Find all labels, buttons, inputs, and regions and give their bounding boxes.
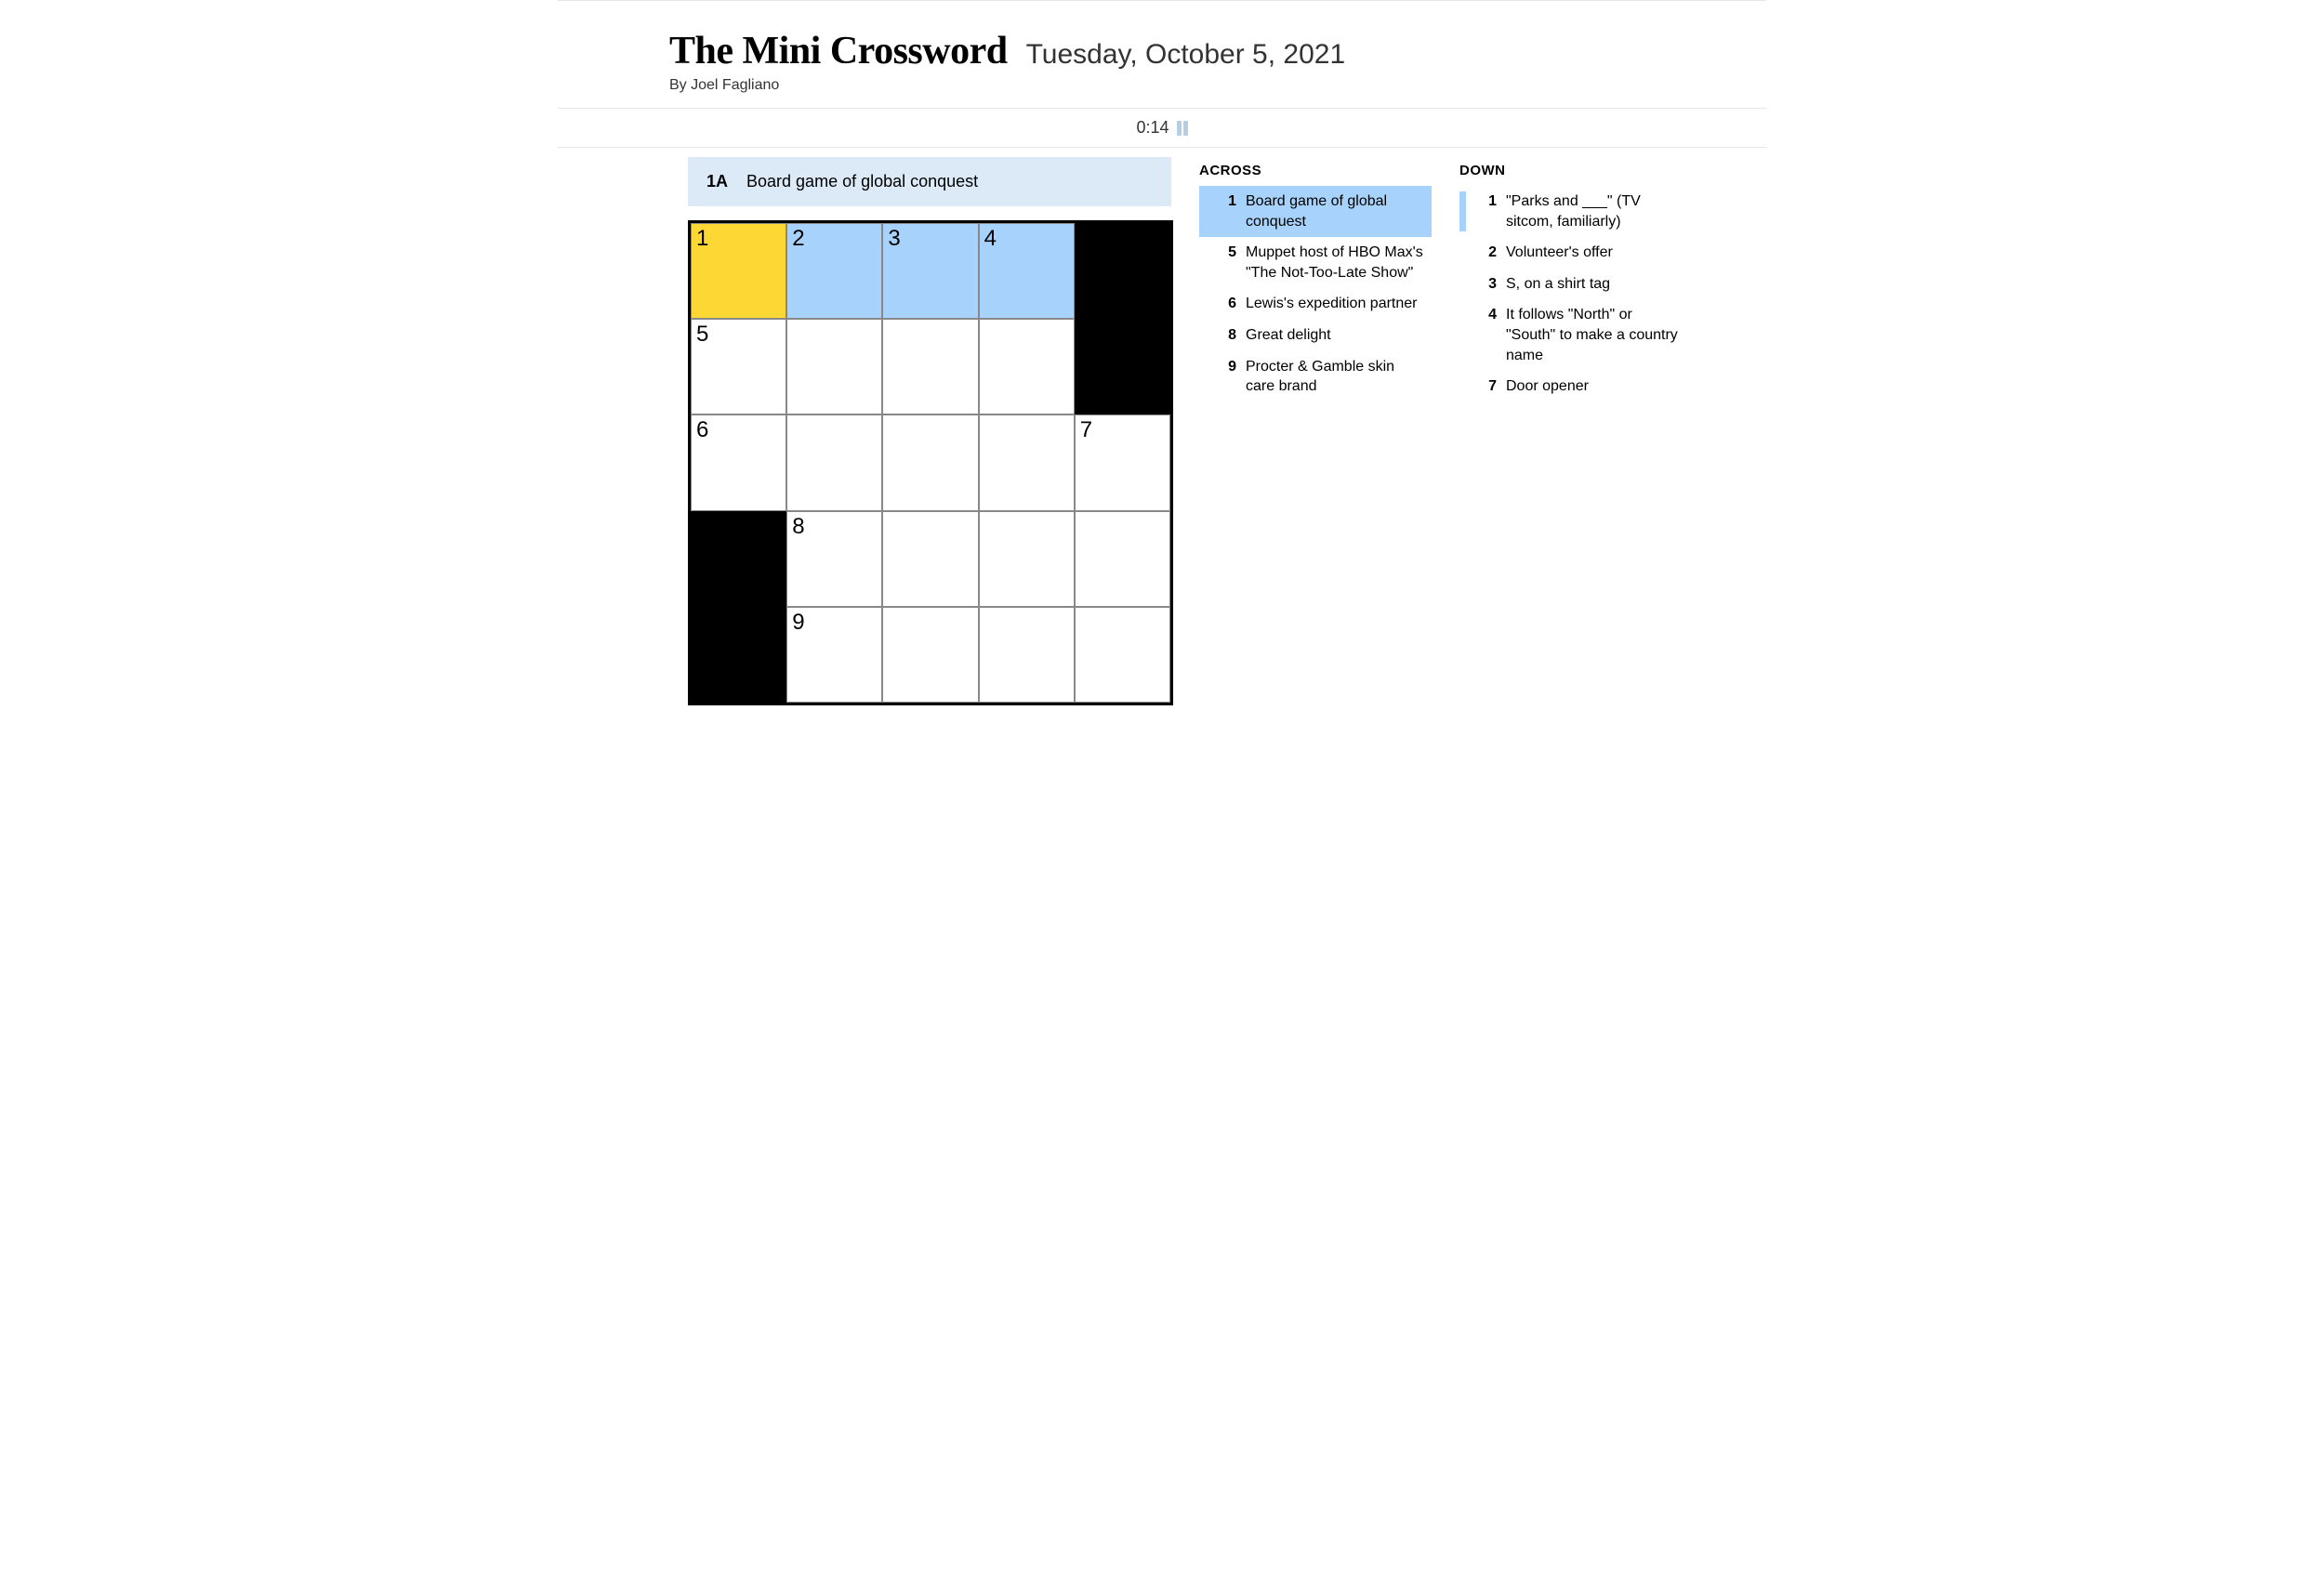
across-clue-9[interactable]: 9Procter & Gamble skin care brand bbox=[1199, 351, 1432, 402]
grid-cell[interactable]: 5 bbox=[691, 319, 786, 414]
clue-text: Muppet host of HBO Max's "The Not-Too-La… bbox=[1246, 243, 1424, 283]
clue-text: Lewis's expedition partner bbox=[1246, 294, 1424, 314]
puzzle-byline: By Joel Fagliano bbox=[669, 77, 1766, 94]
down-clue-4[interactable]: 4It follows "North" or "South" to make a… bbox=[1459, 299, 1692, 371]
grid-cell[interactable] bbox=[1075, 607, 1170, 703]
grid-cell[interactable] bbox=[882, 414, 978, 510]
cell-number: 2 bbox=[792, 226, 804, 252]
across-clue-6[interactable]: 6 Lewis's expedition partner bbox=[1199, 288, 1432, 320]
clue-text: Door opener bbox=[1506, 376, 1684, 397]
current-clue-label: 1A bbox=[706, 172, 728, 191]
clue-number: 1 bbox=[1218, 191, 1236, 231]
clue-indicator-bar bbox=[1199, 191, 1206, 231]
clue-text: Great delight bbox=[1246, 325, 1424, 346]
grid-cell[interactable]: 4 bbox=[979, 223, 1075, 319]
clue-number: 7 bbox=[1478, 376, 1497, 397]
clue-text: "Parks and ___" (TV sitcom, familiarly) bbox=[1506, 191, 1684, 231]
clue-indicator-bar bbox=[1199, 357, 1206, 397]
grid-cell[interactable]: 2 bbox=[786, 223, 882, 319]
grid-cell[interactable] bbox=[979, 319, 1075, 414]
current-clue-bar: 1A Board game of global conquest bbox=[688, 157, 1171, 206]
cell-number: 5 bbox=[696, 322, 708, 348]
clue-number: 4 bbox=[1478, 305, 1497, 365]
puzzle-header: The Mini Crossword Tuesday, October 5, 2… bbox=[558, 1, 1766, 108]
grid-cell-black bbox=[691, 511, 786, 607]
pause-icon[interactable] bbox=[1177, 121, 1188, 136]
clue-number: 6 bbox=[1218, 294, 1236, 314]
grid-cell-black bbox=[691, 607, 786, 703]
puzzle-title: The Mini Crossword bbox=[669, 29, 1008, 73]
clue-text: Volunteer's offer bbox=[1506, 243, 1684, 263]
clue-text: Procter & Gamble skin care brand bbox=[1246, 357, 1424, 397]
across-clue-8[interactable]: 8 Great delight bbox=[1199, 320, 1432, 351]
across-clue-1[interactable]: 1Board game of global conquest bbox=[1199, 186, 1432, 237]
down-clue-3[interactable]: 3 S, on a shirt tag bbox=[1459, 269, 1692, 300]
clue-indicator-bar bbox=[1459, 191, 1466, 231]
grid-cell[interactable] bbox=[979, 511, 1075, 607]
across-heading: ACROSS bbox=[1199, 163, 1432, 178]
grid-cell[interactable] bbox=[882, 607, 978, 703]
grid-cell[interactable] bbox=[882, 319, 978, 414]
clue-indicator-bar bbox=[1459, 305, 1466, 365]
cell-number: 8 bbox=[792, 514, 804, 540]
cell-number: 4 bbox=[984, 226, 997, 252]
clue-text: It follows "North" or "South" to make a … bbox=[1506, 305, 1684, 365]
grid-cell[interactable]: 3 bbox=[882, 223, 978, 319]
clue-text: S, on a shirt tag bbox=[1506, 274, 1684, 295]
clue-indicator-bar bbox=[1459, 243, 1466, 263]
cell-number: 9 bbox=[792, 610, 804, 636]
down-clue-2[interactable]: 2 Volunteer's offer bbox=[1459, 237, 1692, 269]
clue-number: 9 bbox=[1218, 357, 1236, 397]
cell-number: 1 bbox=[696, 226, 708, 252]
across-clue-list: 1Board game of global conquest5Muppet ho… bbox=[1199, 186, 1432, 402]
grid-cell[interactable]: 7 bbox=[1075, 414, 1170, 510]
grid-cell[interactable]: 1 bbox=[691, 223, 786, 319]
clue-indicator-bar bbox=[1199, 294, 1206, 314]
grid-cell[interactable]: 9 bbox=[786, 607, 882, 703]
grid-cell[interactable] bbox=[786, 414, 882, 510]
clue-number: 5 bbox=[1218, 243, 1236, 283]
grid-cell[interactable] bbox=[882, 511, 978, 607]
clue-indicator-bar bbox=[1459, 376, 1466, 397]
cell-number: 7 bbox=[1080, 417, 1092, 443]
grid-cell[interactable] bbox=[1075, 511, 1170, 607]
down-clue-7[interactable]: 7 Door opener bbox=[1459, 371, 1692, 402]
clue-text: Board game of global conquest bbox=[1246, 191, 1424, 231]
cell-number: 6 bbox=[696, 417, 708, 443]
across-clue-5[interactable]: 5Muppet host of HBO Max's "The Not-Too-L… bbox=[1199, 237, 1432, 288]
clue-number: 3 bbox=[1478, 274, 1497, 295]
grid-cell[interactable] bbox=[786, 319, 882, 414]
timer-value: 0:14 bbox=[1136, 118, 1169, 138]
clue-indicator-bar bbox=[1199, 325, 1206, 346]
clue-number: 2 bbox=[1478, 243, 1497, 263]
down-clue-1[interactable]: 1"Parks and ___" (TV sitcom, familiarly) bbox=[1459, 186, 1692, 237]
cell-number: 3 bbox=[888, 226, 900, 252]
grid-cell[interactable]: 8 bbox=[786, 511, 882, 607]
crossword-grid[interactable]: 1 2 3 4 5 6 7 8 9 bbox=[688, 220, 1173, 705]
clue-number: 8 bbox=[1218, 325, 1236, 346]
across-column: ACROSS 1Board game of global conquest5Mu… bbox=[1199, 157, 1432, 705]
grid-cell[interactable]: 6 bbox=[691, 414, 786, 510]
clue-indicator-bar bbox=[1199, 243, 1206, 283]
down-heading: DOWN bbox=[1459, 163, 1692, 178]
clue-number: 1 bbox=[1478, 191, 1497, 231]
grid-cell[interactable] bbox=[979, 414, 1075, 510]
grid-cell[interactable] bbox=[979, 607, 1075, 703]
timer-bar: 0:14 bbox=[558, 108, 1766, 148]
grid-cell-black bbox=[1075, 319, 1170, 414]
down-column: DOWN 1"Parks and ___" (TV sitcom, famili… bbox=[1459, 157, 1692, 705]
current-clue-text: Board game of global conquest bbox=[746, 172, 978, 191]
clue-indicator-bar bbox=[1459, 274, 1466, 295]
puzzle-date: Tuesday, October 5, 2021 bbox=[1026, 39, 1346, 71]
down-clue-list: 1"Parks and ___" (TV sitcom, familiarly)… bbox=[1459, 186, 1692, 402]
grid-cell-black bbox=[1075, 223, 1170, 319]
